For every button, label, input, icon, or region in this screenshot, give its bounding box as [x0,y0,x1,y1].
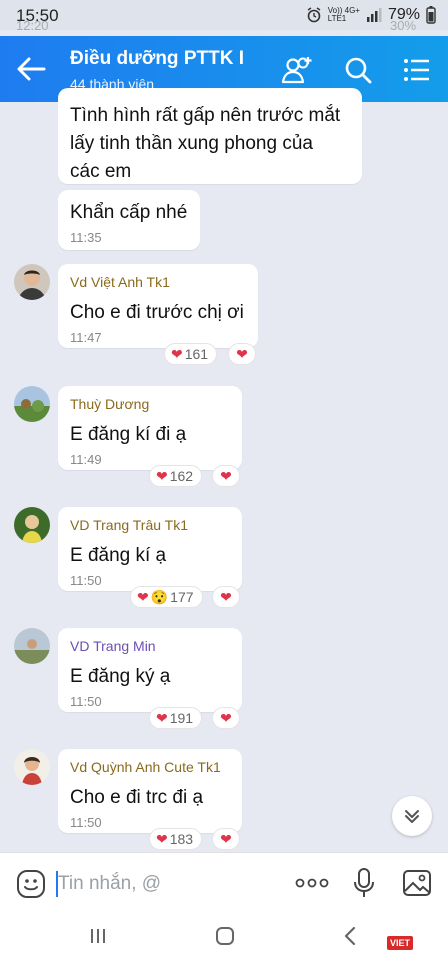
message-time: 11:35 [70,230,102,245]
message-bubble[interactable]: Thuỳ Dương E đăng kí đi ạ 11:49 [58,386,242,470]
message-bubble[interactable]: VD Trang Trâu Tk1 E đăng kí ạ 11:50 [58,507,242,591]
heart-icon: ❤ [156,830,168,847]
avatar[interactable] [14,386,50,422]
sticker-icon[interactable] [16,869,46,899]
message-text: Cho e đi trước chị ơi [70,302,244,323]
heart-icon: ❤ [220,467,232,484]
reaction-count[interactable]: ❤ 183 [149,828,203,850]
image-icon[interactable] [402,869,432,897]
message-time: 11:50 [70,573,102,588]
more-icon[interactable] [295,877,329,889]
message-time: 11:49 [70,452,102,467]
message-text: Khẩn cấp nhé [70,202,188,223]
message-bubble[interactable]: Khẩn cấp nhé 11:35 [58,190,200,250]
nav-back-icon[interactable] [340,925,360,947]
message-text: E đăng ký ạ [70,666,171,687]
add-member-icon[interactable] [280,53,316,87]
network-label: Vo)) 4G+ LTE1 [327,6,360,23]
sender-name[interactable]: Vd Việt Anh Tk1 [70,274,170,290]
message-bubble[interactable]: Vd Quỳnh Anh Cute Tk1 Cho e đi trc đi ạ … [58,749,242,833]
sender-name[interactable]: Vd Quỳnh Anh Cute Tk1 [70,759,221,775]
message-bubble[interactable]: VD Trang Min E đăng ký ạ 11:50 [58,628,242,712]
home-icon[interactable] [214,925,236,947]
avatar[interactable] [14,507,50,543]
battery-percent: 79% [387,6,420,23]
signal-icon [366,8,382,22]
reaction-count[interactable]: ❤ 162 [149,465,203,487]
heart-icon: ❤ [171,345,183,362]
heart-icon: ❤ [220,709,232,726]
sender-name[interactable]: VD Trang Trâu Tk1 [70,517,188,533]
sender-name[interactable]: Thuỳ Dương [70,396,149,412]
scroll-to-bottom-button[interactable] [392,796,432,836]
watermark-logo: VIET [387,932,433,954]
status-bar: 15:50 12:20 30% Vo)) 4G+ LTE1 79% [0,0,448,33]
back-arrow-icon[interactable] [14,54,48,84]
message-time: 11:47 [70,330,102,345]
message-composer: Tin nhắn, @ [0,852,448,914]
alarm-icon [307,7,321,23]
heart-icon: ❤ [220,588,232,605]
message-text: E đăng kí đi ạ [70,424,187,445]
wow-icon: 😯 [150,588,169,605]
react-button[interactable]: ❤ [228,343,256,365]
chat-title[interactable]: Điều dưỡng PTTK I [70,48,244,70]
react-button[interactable]: ❤ [212,465,240,487]
avatar[interactable] [14,264,50,300]
react-button[interactable]: ❤ [212,828,240,850]
heart-icon: ❤ [156,709,168,726]
recent-apps-icon[interactable] [88,926,108,946]
reaction-count[interactable]: ❤ 161 [164,343,218,365]
heart-icon: ❤ [236,345,248,362]
message-text: E đăng kí ạ [70,545,167,566]
message-text: Cho e đi trc đi ạ [70,787,204,808]
menu-icon[interactable] [398,53,434,87]
system-nav-bar [0,914,448,960]
heart-icon: ❤ [137,588,149,605]
battery-icon [426,6,436,24]
react-button[interactable]: ❤ [212,707,240,729]
avatar[interactable] [14,628,50,664]
heart-icon: ❤ [220,830,232,847]
message-bubble[interactable]: Vd Việt Anh Tk1 Cho e đi trước chị ơi 11… [58,264,258,348]
search-icon[interactable] [340,53,376,87]
ghost-time: 12:20 [16,18,49,33]
heart-icon: ❤ [156,467,168,484]
sender-name[interactable]: VD Trang Min [70,638,156,654]
message-time: 11:50 [70,815,102,830]
react-button[interactable]: ❤ [212,586,240,608]
status-indicators: Vo)) 4G+ LTE1 79% [306,6,436,24]
message-bubble[interactable]: Tình hình rất gấp nên trước mắt lấy tinh… [58,88,362,184]
mic-icon[interactable] [352,867,376,899]
message-text: Tình hình rất gấp nên trước mắt lấy tinh… [70,105,341,182]
reaction-count[interactable]: ❤ 😯 177 [130,586,203,608]
reaction-count[interactable]: ❤ 191 [149,707,203,729]
avatar[interactable] [14,749,50,785]
chevron-down-icon [405,810,419,823]
message-input[interactable]: Tin nhắn, @ [58,873,161,895]
message-time: 11:50 [70,694,102,709]
